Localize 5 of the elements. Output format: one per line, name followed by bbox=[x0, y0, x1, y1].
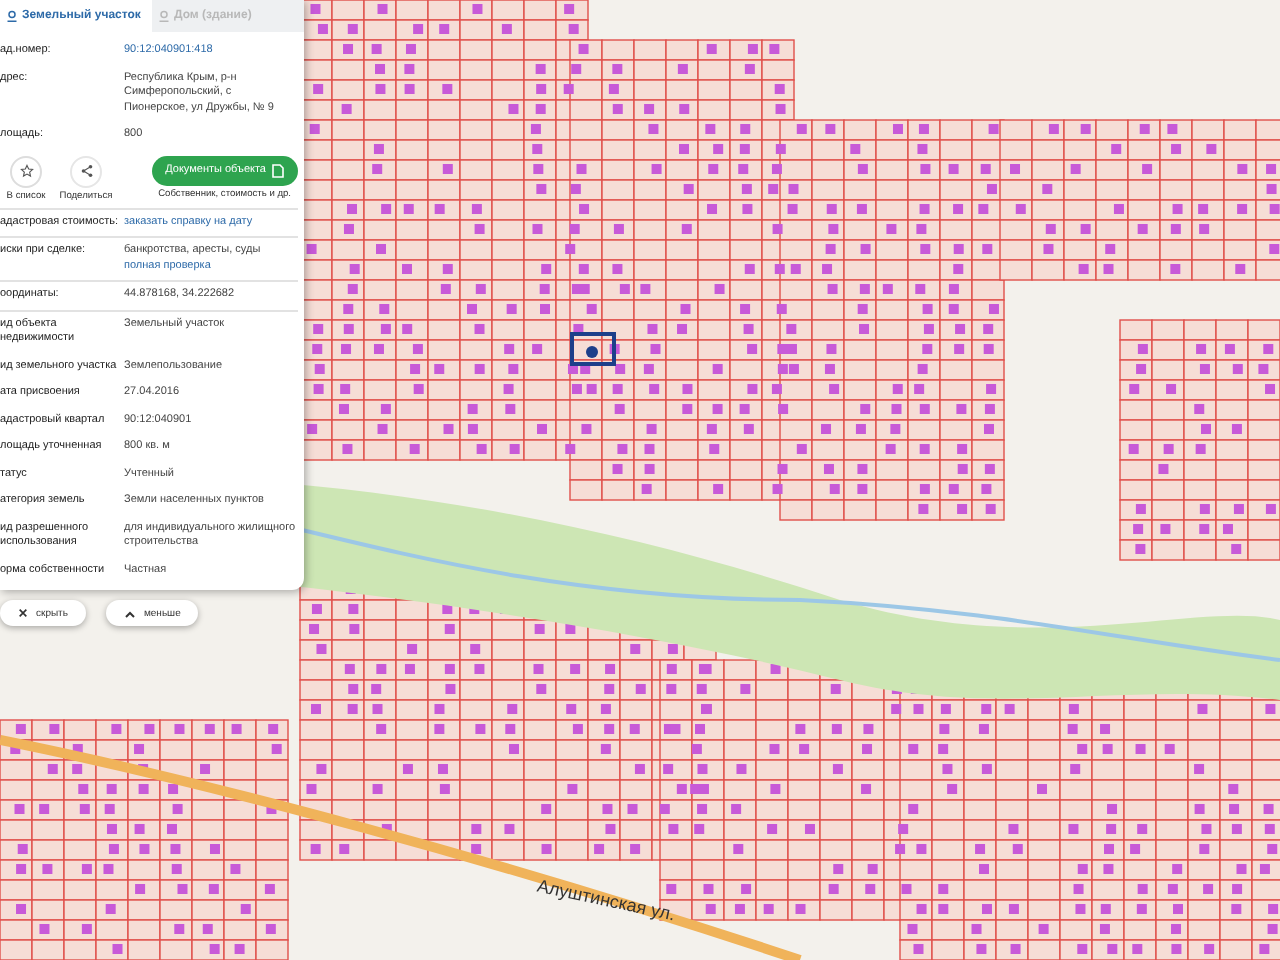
close-icon bbox=[18, 608, 28, 618]
star-icon bbox=[19, 164, 33, 178]
chevron-up-icon bbox=[123, 609, 136, 617]
document-icon bbox=[272, 163, 284, 177]
share-icon bbox=[79, 164, 93, 178]
